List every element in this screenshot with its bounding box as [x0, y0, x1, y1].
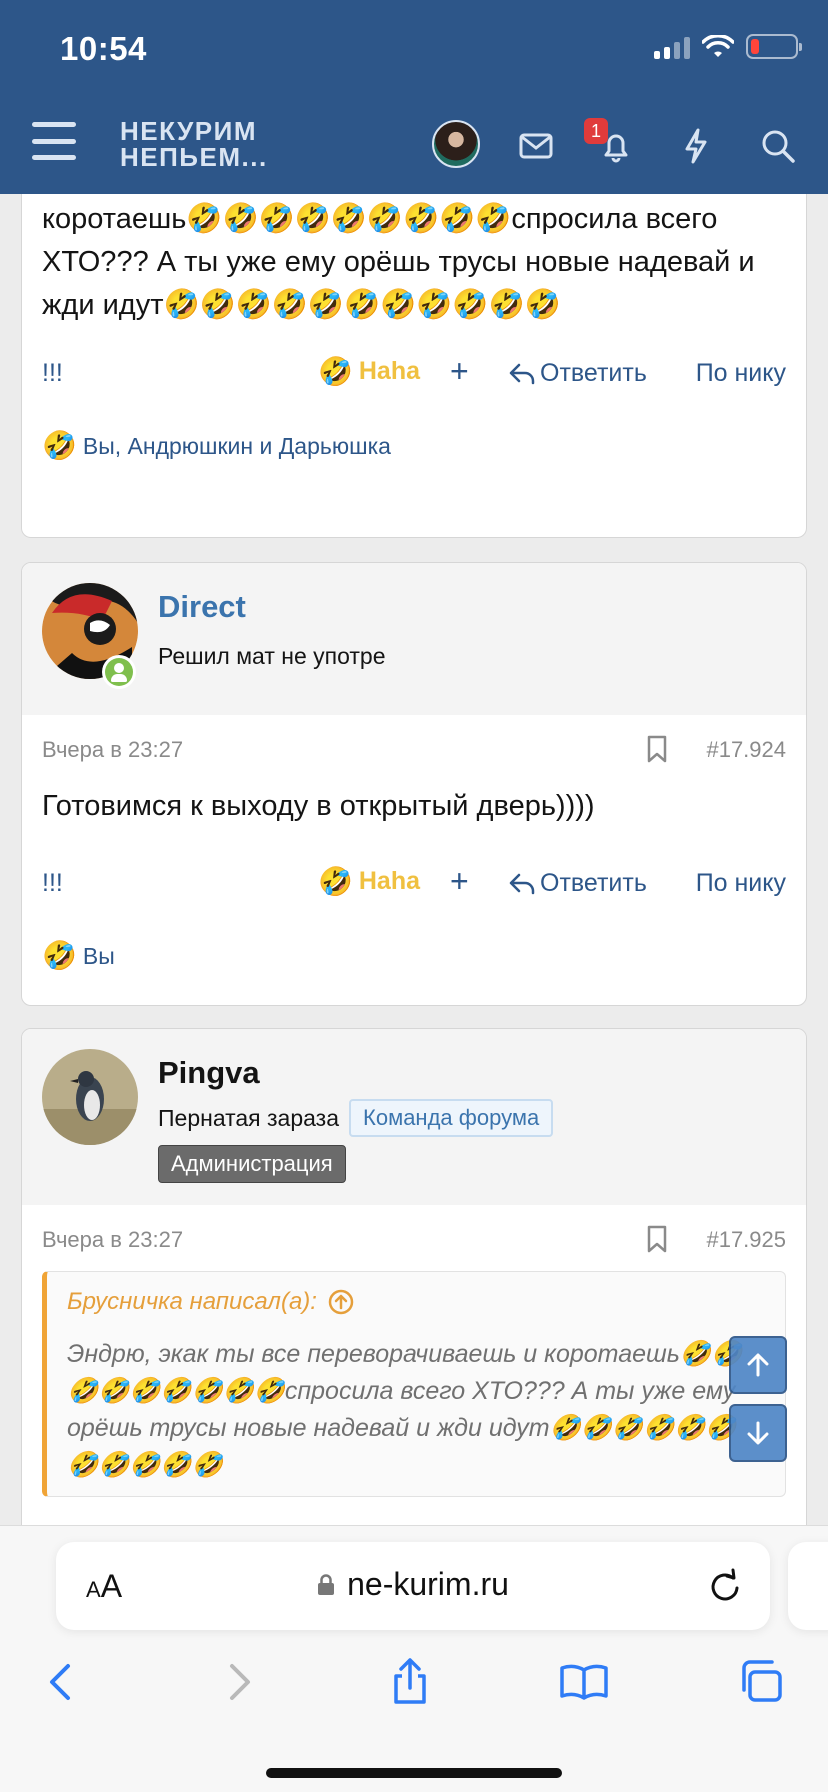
multiquote-plus-button[interactable]: + — [450, 353, 469, 390]
post-number[interactable]: #17.925 — [706, 1227, 786, 1253]
post-meta: Вчера в 23:27 #17.924 — [22, 715, 806, 781]
url-text: ne-kurim.ru — [347, 1566, 509, 1602]
author-banner: Администрация — [158, 1145, 346, 1183]
logo-line1: НЕКУРИМ — [120, 116, 257, 146]
by-nick-button[interactable]: По нику — [696, 869, 786, 898]
share-icon[interactable] — [384, 1656, 436, 1708]
badge-forum-team[interactable]: Команда форума — [349, 1099, 554, 1137]
post-date[interactable]: Вчера в 23:27 — [42, 737, 183, 763]
author-user-title: Решил мат не употре — [158, 643, 386, 669]
lightning-icon[interactable] — [674, 124, 718, 168]
browser-toolbar: AA ne-kurim.ru — [0, 1525, 828, 1792]
bookmarks-icon[interactable] — [558, 1656, 610, 1708]
quote-author[interactable]: Брусничка написал(а): — [67, 1288, 317, 1316]
author-name[interactable]: Pingva — [158, 1055, 260, 1091]
post-17925: Pingva Пернатая зараза Команда форума Ад… — [21, 1028, 807, 1588]
back-icon[interactable] — [36, 1656, 88, 1708]
reply-label: Ответить — [540, 359, 647, 387]
rofl-emoji-icon: 🤣 — [42, 429, 77, 462]
reply-button[interactable]: Ответить — [508, 359, 647, 388]
scroll-to-top-button[interactable] — [729, 1336, 787, 1394]
reply-label: Ответить — [540, 869, 647, 897]
lock-icon — [318, 1574, 335, 1595]
notification-badge: 1 — [584, 118, 608, 144]
scroll-to-bottom-button[interactable] — [729, 1404, 787, 1462]
next-tab-peek[interactable] — [788, 1542, 828, 1630]
post-17924: Direct Решил мат не употре Вчера в 23:27… — [21, 562, 807, 1006]
online-status-icon — [102, 655, 136, 689]
rofl-emoji-icon: 🤣 — [318, 354, 353, 388]
user-avatar[interactable] — [432, 120, 480, 168]
badge-administration: Администрация — [158, 1145, 346, 1183]
quote-header: Брусничка написал(а): — [67, 1288, 765, 1316]
site-logo[interactable]: НЕКУРИМ НЕПЬЕМ... — [120, 118, 268, 170]
author-avatar[interactable] — [42, 1049, 138, 1145]
reactions-summary[interactable]: 🤣 Вы, Андрюшкин и Дарьюшка — [22, 407, 806, 485]
bang-button[interactable]: !!! — [42, 359, 63, 388]
post-actions: !!! 🤣 Haha + Ответить По нику — [22, 339, 806, 407]
author-titles: Пернатая зараза Команда форума — [158, 1099, 554, 1137]
arrow-down-icon — [747, 1421, 769, 1445]
author-name[interactable]: Direct — [158, 589, 246, 625]
url-display[interactable]: ne-kurim.ru — [56, 1566, 770, 1603]
cellular-signal-icon — [654, 35, 690, 59]
reactions-list: Вы — [82, 942, 115, 969]
by-nick-button[interactable]: По нику — [696, 359, 786, 388]
battery-icon — [746, 34, 802, 59]
post-meta: Вчера в 23:27 #17.925 — [22, 1205, 806, 1271]
arrow-up-icon — [747, 1353, 769, 1377]
tabs-icon[interactable] — [736, 1656, 788, 1708]
bookmark-icon[interactable] — [646, 1225, 668, 1253]
post-number[interactable]: #17.924 — [706, 737, 786, 763]
post-date[interactable]: Вчера в 23:27 — [42, 1227, 183, 1253]
app-header: 10:54 НЕКУРИМ НЕПЬЕМ... 1 — [0, 0, 828, 194]
post-previous: коротаешь🤣🤣🤣🤣🤣🤣🤣🤣🤣спросила всего ХТО??? … — [21, 150, 807, 538]
home-indicator — [266, 1768, 562, 1778]
reply-arrow-icon — [509, 363, 535, 384]
rofl-emoji-icon: 🤣 — [42, 939, 77, 972]
haha-reaction-button[interactable]: 🤣 Haha — [318, 357, 420, 386]
wifi-icon — [702, 34, 734, 57]
quote-text: Эндрю, экак ты все переворачиваешь и кор… — [67, 1340, 743, 1479]
haha-reaction-button[interactable]: 🤣 Haha — [318, 867, 420, 896]
haha-label: Haha — [358, 357, 421, 385]
status-icons — [654, 34, 802, 59]
haha-label: Haha — [358, 867, 421, 895]
reply-button[interactable]: Ответить — [508, 869, 647, 898]
nav-row: НЕКУРИМ НЕПЬЕМ... 1 — [0, 110, 828, 180]
multiquote-plus-button[interactable]: + — [450, 863, 469, 900]
reactions-summary[interactable]: 🤣 Вы — [22, 917, 806, 995]
quote-jump-up-icon[interactable] — [327, 1288, 355, 1316]
status-time: 10:54 — [60, 30, 147, 67]
page: 10:54 НЕКУРИМ НЕПЬЕМ... 1 коротаешь🤣🤣🤣🤣🤣… — [0, 0, 828, 1792]
forward-icon[interactable] — [212, 1656, 264, 1708]
search-icon[interactable] — [756, 124, 800, 168]
reply-arrow-icon — [509, 873, 535, 894]
rofl-emoji-icon: 🤣 — [318, 864, 353, 898]
menu-icon[interactable] — [32, 122, 76, 160]
reactions-list: Вы, Андрюшкин и Дарьюшка — [82, 432, 391, 459]
bang-button[interactable]: !!! — [42, 869, 63, 898]
post-actions: !!! 🤣 Haha + Ответить По нику — [22, 849, 806, 917]
post-author-block: Pingva Пернатая зараза Команда форума Ад… — [22, 1029, 806, 1205]
post-body: Готовимся к выходу в открытый дверь)))) — [42, 790, 595, 822]
inbox-icon[interactable] — [514, 124, 558, 168]
quote-block: Брусничка написал(а): Эндрю, экак ты все… — [42, 1271, 786, 1497]
logo-line2: НЕПЬЕМ... — [120, 142, 268, 172]
author-user-title: Пернатая зараза — [158, 1104, 340, 1131]
bookmark-icon[interactable] — [646, 735, 668, 763]
reload-icon[interactable] — [706, 1566, 744, 1606]
post-author-block: Direct Решил мат не употре — [22, 563, 806, 715]
address-bar[interactable]: AA ne-kurim.ru — [56, 1542, 770, 1630]
